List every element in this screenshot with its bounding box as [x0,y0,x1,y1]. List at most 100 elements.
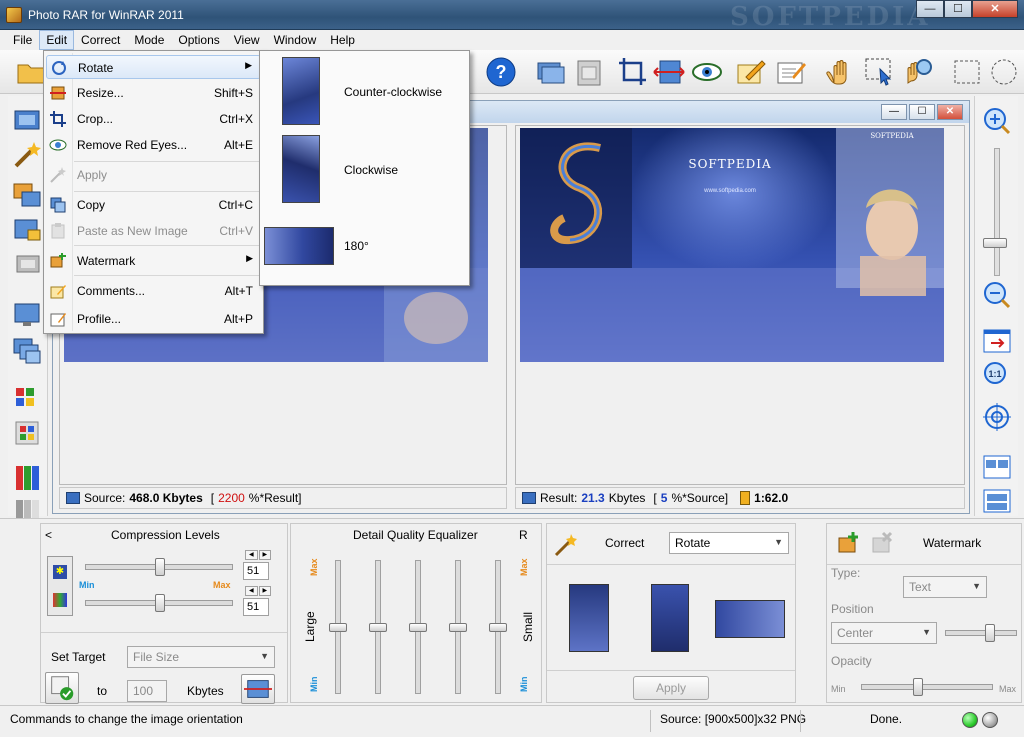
rotate-180-thumbnail [264,227,334,265]
eq-max-right: Max [519,558,529,576]
eq-band-4-thumb[interactable] [449,623,467,632]
equalizer-panel: Detail Quality Equalizer R Max Min Large… [290,523,542,703]
menu-item-copy[interactable]: Copy Ctrl+C [46,193,261,217]
eq-band-1-thumb[interactable] [329,623,347,632]
hand-tool-icon[interactable] [824,55,858,89]
screen-capture-icon[interactable] [12,300,44,330]
ellipse-select-icon[interactable] [986,55,1020,89]
resize-tool-icon[interactable] [652,55,686,89]
submenu-item-180[interactable]: 180° [262,209,467,283]
zoom-out-icon[interactable] [981,280,1013,310]
menu-help[interactable]: Help [323,30,362,50]
doc-minimize-button[interactable]: — [881,104,907,120]
zoom-slider-track[interactable] [994,148,1000,276]
grayscale-icon[interactable] [12,248,44,278]
target-type-select[interactable]: File Size ▼ [127,646,275,668]
batch-images-icon[interactable] [12,180,44,210]
doc-maximize-button[interactable]: ☐ [909,104,935,120]
menu-view[interactable]: View [227,30,267,50]
compression-ratio: 1:62.0 [754,491,789,505]
source-pct-suffix: %*Result] [248,491,302,505]
compression-value-1[interactable]: 51 [243,562,269,580]
red-eye-icon[interactable] [690,55,724,89]
add-watermark-icon[interactable] [835,530,861,556]
compression-mode-toggle[interactable]: ✱ [47,556,73,616]
watermark-opacity-slider[interactable] [861,684,993,690]
watermark-opacity-slider-thumb[interactable] [912,678,923,696]
apply-target-button[interactable] [45,672,79,704]
menu-mode[interactable]: Mode [127,30,171,50]
compression-collapse-button[interactable]: < [45,528,52,542]
target-icon[interactable] [981,402,1013,432]
compression-value-2[interactable]: 51 [243,598,269,616]
correct-mode-select[interactable]: Rotate ▼ [669,532,789,554]
target-size-button[interactable] [241,674,275,704]
image-site-text: www.softpedia.com [703,188,756,194]
actual-size-icon[interactable]: 1:1 [981,360,1013,390]
menu-item-remove-red-eyes[interactable]: Remove Red Eyes... Alt+E [46,133,261,157]
menu-item-rotate[interactable]: Rotate ▶ [46,55,261,79]
menu-item-apply[interactable]: Apply [46,163,261,187]
magic-wand-icon[interactable] [12,140,44,170]
crop-tool-icon[interactable] [616,55,650,89]
menu-edit[interactable]: Edit [39,30,75,50]
image-view-icon[interactable] [534,55,568,89]
menu-window[interactable]: Window [267,30,324,50]
dither-icon[interactable] [12,418,44,448]
rotate-cw-preview[interactable] [651,584,689,652]
view-image-icon[interactable] [12,106,44,136]
minimize-button[interactable]: — [916,0,944,18]
eq-band-5-thumb[interactable] [489,623,507,632]
submenu-item-clockwise[interactable]: Clockwise [262,131,467,205]
menu-item-crop[interactable]: Crop... Ctrl+X [46,107,261,131]
lock-image-icon[interactable] [12,214,44,244]
maximize-button[interactable]: ☐ [944,0,972,18]
doc-close-button[interactable]: ✕ [937,104,963,120]
crop-icon [49,110,67,128]
menu-item-comments[interactable]: Comments... Alt+T [46,279,261,303]
pan-zoom-icon[interactable] [900,55,934,89]
menu-item-resize[interactable]: Resize... Shift+S [46,81,261,105]
menu-options[interactable]: Options [171,30,226,50]
watermark-position-slider[interactable] [945,630,1017,636]
chevron-down-icon: ▼ [774,537,783,547]
watermark-type-select[interactable]: Text ▼ [903,576,987,598]
compression-slider-1-thumb[interactable] [155,558,166,576]
watermark-position-select[interactable]: Center ▼ [831,622,937,644]
menu-item-watermark[interactable]: Watermark ▶ [46,249,261,273]
correct-apply-button[interactable]: Apply [633,676,709,700]
select-tool-icon[interactable] [862,55,896,89]
watermark-position-slider-thumb[interactable] [985,624,995,642]
eq-band-3-thumb[interactable] [409,623,427,632]
multi-window-icon[interactable] [12,336,44,366]
menu-file[interactable]: File [6,30,39,50]
submenu-item-counter-clockwise[interactable]: Counter-clockwise [262,53,467,127]
rect-select-icon[interactable] [950,55,984,89]
fit-window-icon[interactable] [981,326,1013,356]
help-icon[interactable]: ? [484,55,518,89]
tile-vertical-icon[interactable] [981,486,1013,516]
color-channels-icon[interactable] [12,462,44,492]
source-info-label: Source: [84,491,126,505]
zoom-slider-thumb[interactable] [983,238,1007,248]
equalizer-reset-button[interactable]: R [519,528,528,542]
tile-horizontal-icon[interactable] [981,452,1013,482]
rotate-180-preview[interactable] [715,600,785,638]
target-value-input[interactable]: 100 [127,680,167,702]
profile-icon[interactable] [774,55,808,89]
close-button[interactable]: ✕ [972,0,1018,18]
remove-watermark-icon[interactable] [869,530,895,556]
eq-band-2-thumb[interactable] [369,623,387,632]
compression-spin-2[interactable]: ◀ ▶ [245,586,271,596]
menu-correct[interactable]: Correct [74,30,127,50]
paste-image-icon[interactable] [572,55,606,89]
compression-spin-1[interactable]: ◀ ▶ [245,550,271,560]
zoom-in-icon[interactable] [981,106,1013,136]
menu-item-profile[interactable]: Profile... Alt+P [46,307,261,331]
compression-slider-2-thumb[interactable] [155,594,166,612]
color-palette-icon[interactable] [12,384,44,414]
rotate-ccw-preview[interactable] [569,584,609,652]
comments-icon[interactable] [734,55,768,89]
result-image[interactable]: SOFTPEDIA www.softpedia.com SOFTPEDIA [520,128,944,362]
menu-item-paste-new-image[interactable]: Paste as New Image Ctrl+V [46,219,261,243]
